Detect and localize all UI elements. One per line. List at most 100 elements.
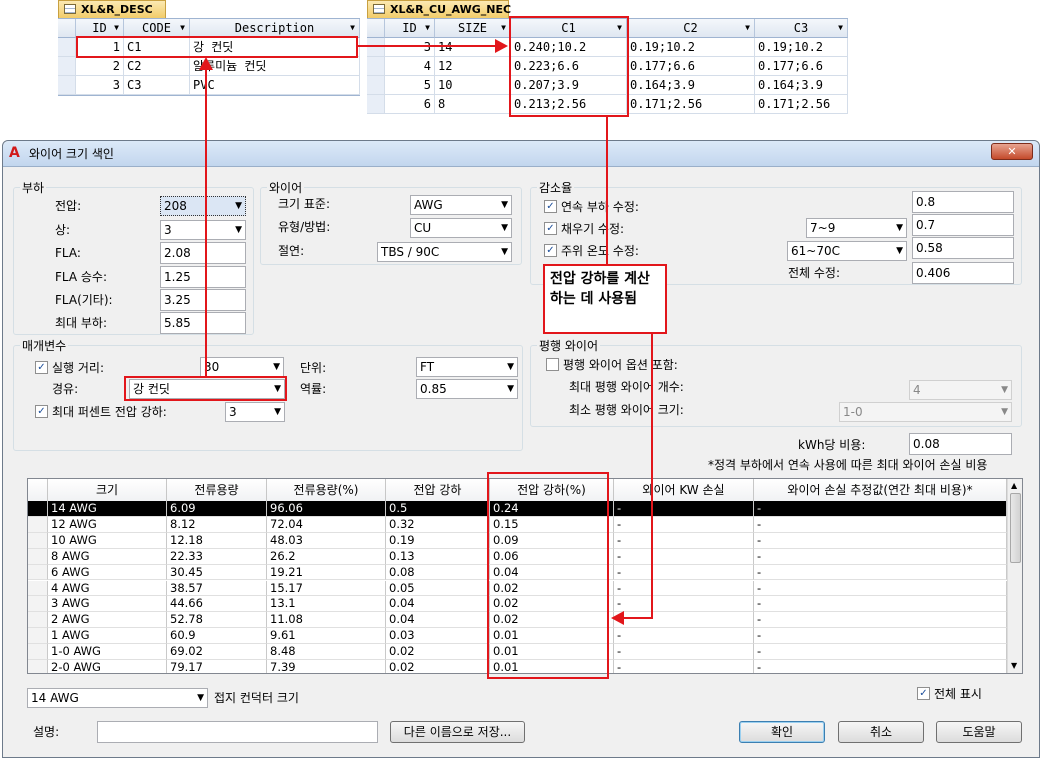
row-header[interactable] [28,644,48,660]
ok-button[interactable]: 확인 [739,721,825,743]
grid-column-header[interactable]: 전류용량(%) [267,479,386,501]
unit-combo[interactable]: FT ▼ [416,357,518,377]
chevron-down-icon[interactable]: ▼ [745,19,750,37]
table-cell[interactable]: 0.164;3.9 [627,76,755,95]
desc-table-tab[interactable]: XL&R_DESC [58,0,166,18]
chevron-down-icon[interactable]: ▼ [501,19,506,37]
grid-column-header[interactable]: 와이어 KW 손실 [614,479,754,501]
fla-other-field[interactable]: 3.25 [160,289,246,311]
row-selector[interactable] [367,95,385,114]
table-cell[interactable]: 0.19;10.2 [627,38,755,57]
row-header[interactable] [28,628,48,645]
chevron-down-icon[interactable]: ▼ [838,19,843,37]
table-cell[interactable]: 0.177;6.6 [627,57,755,76]
show-all-checkbox[interactable]: ✓ [917,687,930,700]
max-voltage-drop-checkbox[interactable]: ✓ [35,405,48,418]
table-cell[interactable]: 0.171;2.56 [627,95,755,114]
parallel-wire-checkbox[interactable] [546,358,559,371]
description-field[interactable] [97,721,378,743]
run-distance-checkbox[interactable]: ✓ [35,361,48,374]
awg-table-tab[interactable]: XL&R_CU_AWG_NEC [367,0,511,18]
table-cell[interactable]: 0.164;3.9 [755,76,848,95]
grid-column-header[interactable]: 크기 [48,479,167,501]
phase-combo[interactable]: 3 ▼ [160,220,246,240]
table-cell[interactable]: 0.19;10.2 [755,38,848,57]
fill-range-combo[interactable]: 7~9 ▼ [806,218,907,238]
continuous-load-field[interactable]: 0.8 [912,191,1014,213]
scroll-up-icon[interactable]: ▲ [1011,481,1017,490]
row-selector[interactable] [58,76,76,95]
ground-conductor-combo[interactable]: 14 AWG ▼ [27,688,208,708]
title-bar[interactable]: A 와이어 크기 색인 ✕ [3,141,1039,167]
close-button[interactable]: ✕ [991,143,1033,160]
awg-col-id[interactable]: ID ▼ [385,19,435,38]
row-header[interactable] [28,532,48,549]
row-selector[interactable] [367,38,385,57]
cancel-button[interactable]: 취소 [838,721,924,743]
table-cell[interactable]: 0.177;6.6 [755,57,848,76]
table-cell[interactable]: 4 [385,57,435,76]
type-method-combo[interactable]: CU ▼ [410,218,512,238]
insulation-combo[interactable]: TBS / 90C ▼ [377,242,512,262]
max-parallel-count-combo[interactable]: 4 ▼ [909,380,1012,400]
awg-col-c3[interactable]: C3 ▼ [755,19,848,38]
grid-column-header[interactable]: 전류용량 [167,479,267,501]
row-header[interactable] [28,516,48,533]
row-header[interactable] [28,580,48,597]
continuous-load-checkbox[interactable]: ✓ [544,200,557,213]
grid-scrollbar[interactable]: ▲ ▼ [1007,479,1022,673]
chevron-down-icon[interactable]: ▼ [350,19,355,37]
temp-range-combo[interactable]: 61~70C ▼ [787,241,907,261]
fla-field[interactable]: 2.08 [160,242,246,264]
table-cell[interactable]: 3 [76,76,124,95]
kwh-cost-field[interactable]: 0.08 [909,433,1012,455]
table-cell[interactable]: 알루미늄 컨딧 [190,57,360,76]
power-factor-combo[interactable]: 0.85 ▼ [416,379,518,399]
table-cell[interactable]: C3 [124,76,190,95]
table-cell[interactable]: 12 [435,57,511,76]
row-header[interactable] [28,596,48,613]
fill-correction-checkbox[interactable]: ✓ [544,222,557,235]
fla-multiplier-field[interactable]: 1.25 [160,266,246,288]
row-header[interactable] [28,564,48,581]
chevron-down-icon[interactable]: ▼ [114,19,119,37]
row-selector[interactable] [367,76,385,95]
row-selector[interactable] [367,57,385,76]
ambient-temp-field[interactable]: 0.58 [912,237,1014,259]
save-as-button[interactable]: 다른 이름으로 저장... [390,721,525,743]
grid-column-header[interactable]: 전압 강하 [386,479,490,501]
chevron-down-icon[interactable]: ▼ [425,19,430,37]
row-header[interactable] [28,548,48,565]
min-parallel-size-combo[interactable]: 1-0 ▼ [839,402,1012,422]
row-selector[interactable] [58,57,76,76]
table-cell[interactable]: 3 [385,38,435,57]
voltage-combo[interactable]: 208 ▼ [160,196,246,216]
max-load-field[interactable]: 5.85 [160,312,246,334]
table-cell[interactable]: C2 [124,57,190,76]
table-cell[interactable]: 6 [385,95,435,114]
grid-cell: 8.48 [267,644,386,660]
chevron-down-icon[interactable]: ▼ [180,19,185,37]
table-cell[interactable]: PVC [190,76,360,95]
table-cell[interactable]: 5 [385,76,435,95]
scroll-down-icon[interactable]: ▼ [1011,661,1017,670]
table-cell[interactable]: 10 [435,76,511,95]
row-header[interactable] [28,612,48,629]
table-cell[interactable]: 0.171;2.56 [755,95,848,114]
max-voltage-drop-combo[interactable]: 3 ▼ [225,402,285,422]
scroll-thumb[interactable] [1010,493,1021,563]
row-header[interactable] [28,660,48,673]
awg-col-size[interactable]: SIZE ▼ [435,19,511,38]
ambient-temp-checkbox[interactable]: ✓ [544,244,557,257]
table-cell[interactable]: 2 [76,57,124,76]
size-standard-combo[interactable]: AWG ▼ [410,195,512,215]
table-cell[interactable]: 8 [435,95,511,114]
row-selector[interactable] [58,38,76,57]
row-header[interactable] [28,501,48,517]
fill-correction-field[interactable]: 0.7 [912,214,1014,236]
awg-col-c2[interactable]: C2 ▼ [627,19,755,38]
grid-column-header[interactable]: 와이어 손실 추정값(연간 최대 비용)* [754,479,1007,501]
total-correction-field[interactable]: 0.406 [912,262,1014,284]
run-distance-combo[interactable]: 30 ▼ [200,357,284,377]
help-button[interactable]: 도움말 [936,721,1022,743]
